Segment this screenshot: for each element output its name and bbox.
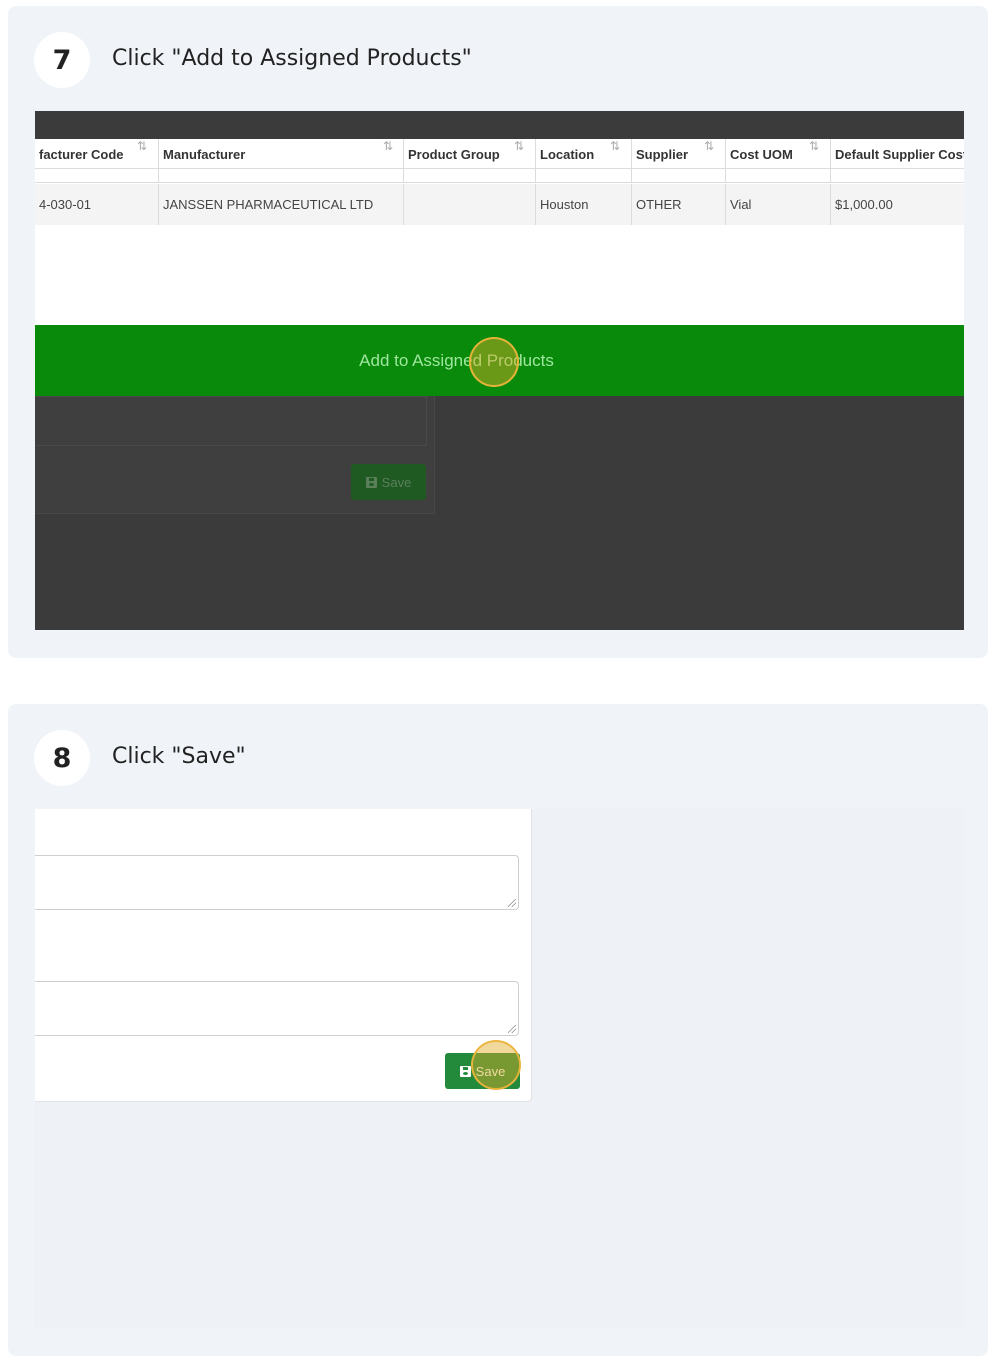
sort-icon[interactable]: ⇅ bbox=[704, 139, 714, 153]
click-highlight-marker bbox=[471, 1040, 521, 1090]
sort-icon[interactable]: ⇅ bbox=[610, 139, 620, 153]
step-7-title: Click "Add to Assigned Products" bbox=[112, 46, 472, 71]
cell-location: Houston bbox=[536, 184, 632, 225]
filter-cell[interactable] bbox=[536, 169, 632, 183]
step-8-number: 8 bbox=[34, 730, 90, 786]
filter-cell[interactable] bbox=[632, 169, 726, 183]
step-8-screenshot: Save bbox=[35, 809, 964, 1328]
step-7-number: 7 bbox=[34, 32, 90, 88]
table-empty-area bbox=[35, 225, 964, 325]
step-8-card: 8 Click "Save" Save bbox=[8, 704, 988, 1356]
filter-cell[interactable] bbox=[831, 169, 964, 183]
sort-icon[interactable]: ⇅ bbox=[809, 139, 819, 153]
dimmed-textarea bbox=[35, 396, 427, 446]
floppy-disk-icon bbox=[459, 1065, 471, 1077]
cell-supplier: OTHER bbox=[632, 184, 726, 225]
sort-icon[interactable]: ⇅ bbox=[514, 139, 524, 153]
form-panel: Save bbox=[35, 809, 532, 1102]
cell-default-supplier-cost: $1,000.00 bbox=[831, 184, 964, 225]
floppy-disk-icon bbox=[365, 476, 377, 488]
notes-textarea[interactable] bbox=[35, 855, 519, 910]
comments-textarea[interactable] bbox=[35, 981, 519, 1036]
cell-manufacturer-code: 4-030-01 bbox=[35, 184, 159, 225]
click-highlight-marker bbox=[469, 337, 519, 387]
step-8-title: Click "Save" bbox=[112, 744, 246, 769]
products-table: facturer Code ⇅ Manufacturer ⇅ Product G… bbox=[35, 139, 964, 225]
sort-icon[interactable]: ⇅ bbox=[137, 139, 147, 153]
dimmed-save-button: Save bbox=[351, 464, 426, 500]
header-manufacturer[interactable]: Manufacturer bbox=[159, 139, 404, 169]
filter-cell[interactable] bbox=[159, 169, 404, 183]
step-7-card: 7 Click "Add to Assigned Products" factu… bbox=[8, 6, 988, 658]
dimmed-save-label: Save bbox=[381, 474, 412, 490]
sort-icon[interactable]: ⇅ bbox=[383, 139, 393, 153]
cell-product-group bbox=[404, 184, 536, 225]
cell-manufacturer: JANSSEN PHARMACEUTICAL LTD bbox=[159, 184, 404, 225]
cell-cost-uom: Vial bbox=[726, 184, 831, 225]
filter-cell[interactable] bbox=[404, 169, 536, 183]
header-default-supplier-cost[interactable]: Default Supplier Cost bbox=[831, 139, 964, 169]
add-button-label: Add to Assigned Products bbox=[359, 350, 554, 370]
filter-cell[interactable] bbox=[35, 169, 159, 183]
dimmed-header-row bbox=[35, 111, 964, 139]
step-7-screenshot: facturer Code ⇅ Manufacturer ⇅ Product G… bbox=[35, 111, 964, 630]
resize-grip-icon[interactable] bbox=[508, 899, 516, 907]
filter-cell[interactable] bbox=[726, 169, 831, 183]
dimmed-form-panel: Save bbox=[35, 396, 435, 514]
resize-grip-icon[interactable] bbox=[508, 1025, 516, 1033]
